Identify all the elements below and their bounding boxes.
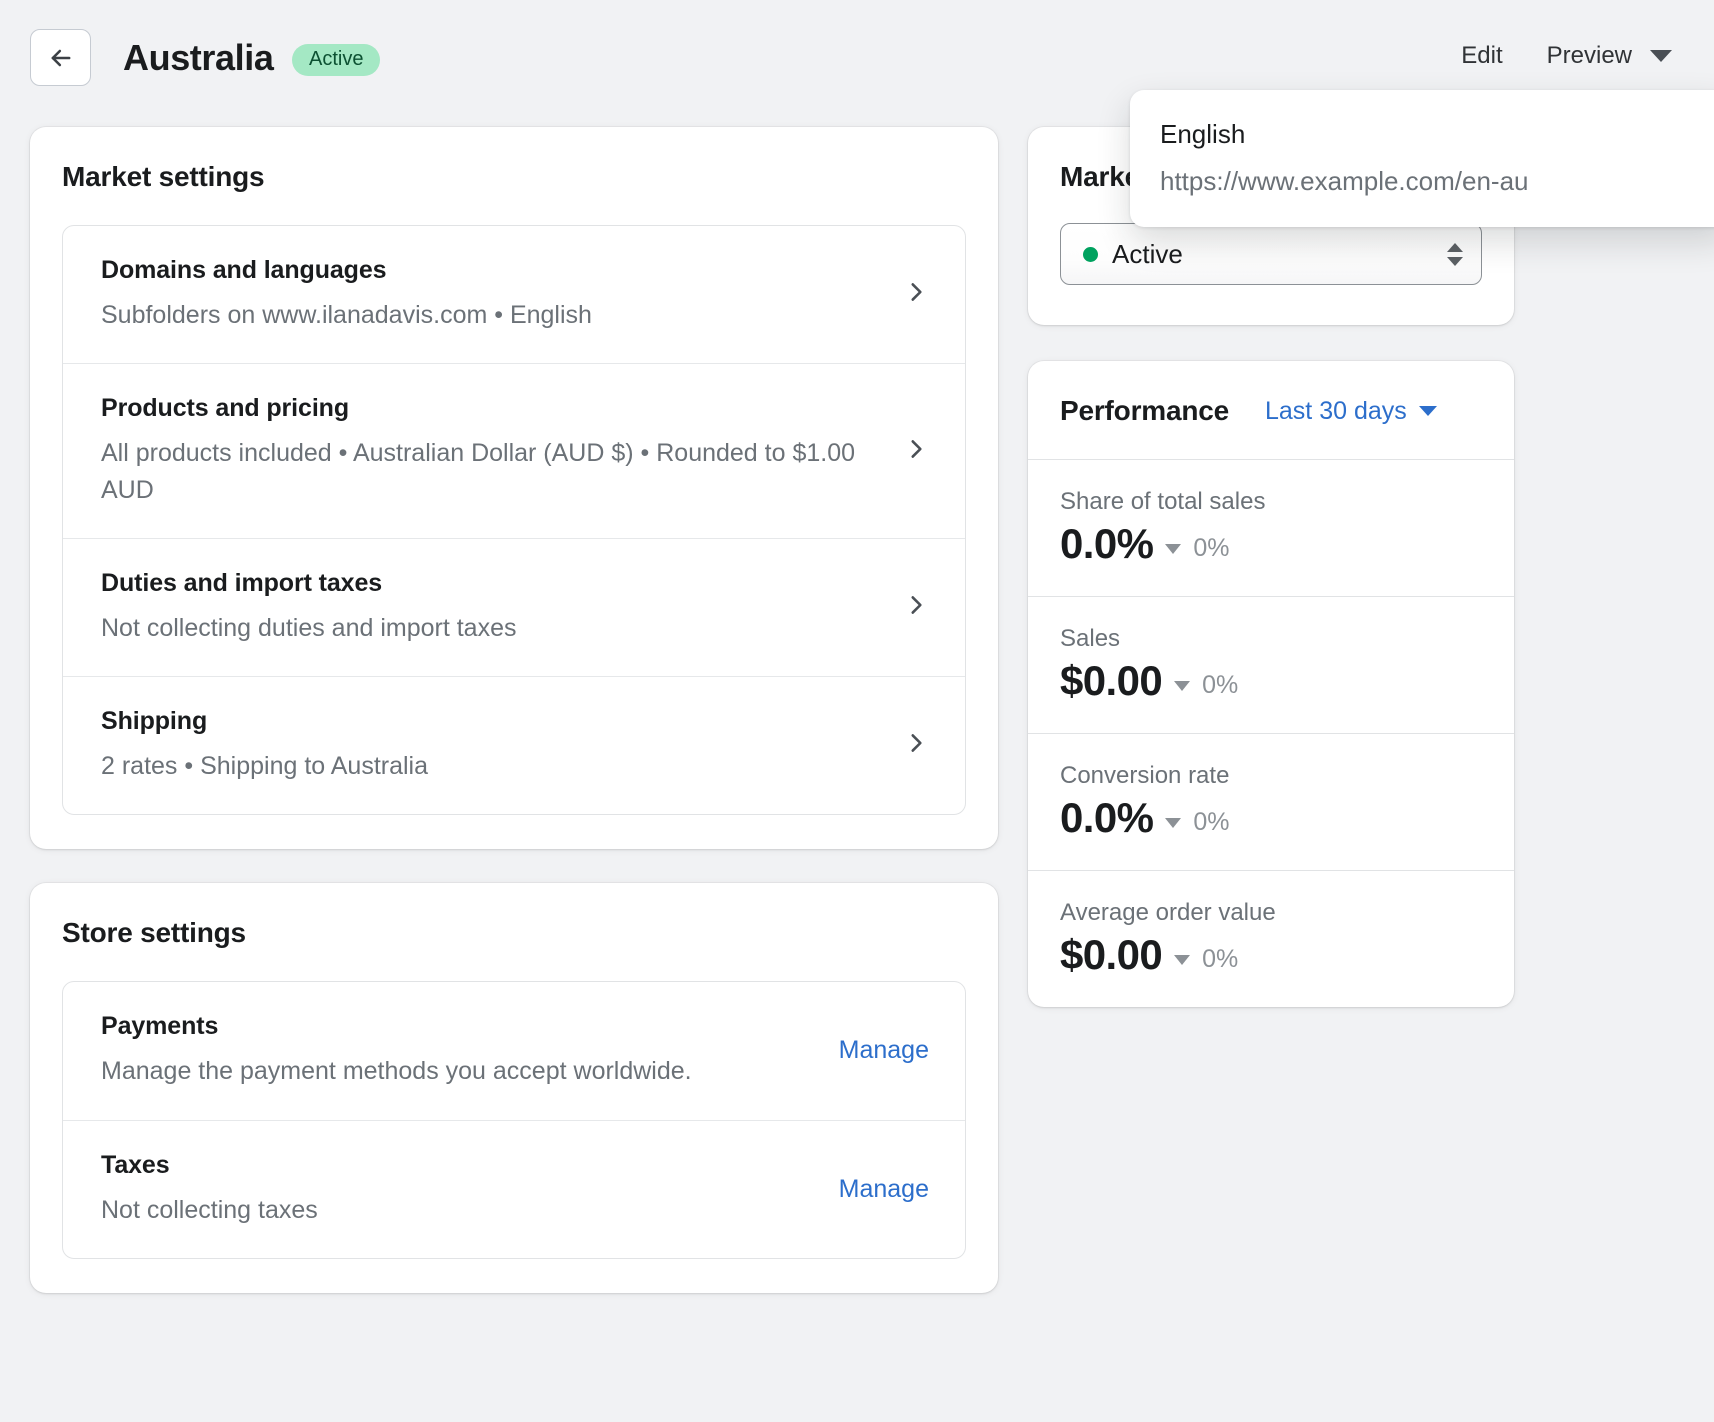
row-subtitle: Not collecting taxes bbox=[101, 1195, 318, 1224]
left-column: Market settings Domains and languages Su… bbox=[30, 127, 998, 1293]
chevron-right-icon bbox=[903, 730, 929, 761]
metric-delta: 0% bbox=[1193, 808, 1230, 837]
metric-value: $0.00 bbox=[1060, 931, 1163, 979]
store-row-taxes: Taxes Not collecting taxes Manage bbox=[63, 1121, 965, 1258]
metric-value: 0.0% bbox=[1060, 520, 1154, 567]
manage-taxes-link[interactable]: Manage bbox=[839, 1175, 929, 1204]
sparkline-chart bbox=[1264, 562, 1514, 570]
preview-label: Preview bbox=[1546, 42, 1632, 69]
metric-label: Average order value bbox=[1060, 899, 1276, 927]
row-subtitle: 2 rates • Shipping to Australia bbox=[101, 752, 429, 780]
row-title: Products and pricing bbox=[101, 394, 350, 423]
chevron-down-icon bbox=[1650, 50, 1672, 62]
store-settings-title: Store settings bbox=[62, 917, 246, 949]
metric-conversion-rate: Conversion rate 0.0% 0% bbox=[1028, 734, 1514, 872]
metric-share-of-total-sales: Share of total sales 0.0% 0% bbox=[1028, 460, 1514, 598]
performance-range-label: Last 30 days bbox=[1265, 396, 1407, 425]
row-title: Taxes bbox=[101, 1150, 170, 1179]
metric-sales: Sales $0.00 0% bbox=[1028, 597, 1514, 735]
metric-value: $0.00 bbox=[1060, 657, 1163, 705]
store-row-payments: Payments Manage the payment methods you … bbox=[63, 982, 965, 1121]
row-title: Domains and languages bbox=[101, 256, 387, 284]
select-stepper-icon bbox=[1447, 242, 1463, 266]
row-subtitle: Subfolders on www.ilanadavis.com • Engli… bbox=[101, 301, 592, 329]
arrow-left-icon bbox=[47, 44, 75, 72]
chevron-right-icon bbox=[903, 592, 929, 623]
back-button[interactable] bbox=[30, 29, 91, 86]
market-row-products-and-pricing[interactable]: Products and pricing All products includ… bbox=[63, 364, 965, 539]
metric-delta: 0% bbox=[1202, 671, 1239, 700]
metric-label: Conversion rate bbox=[1060, 762, 1230, 790]
performance-header: Performance Last 30 days bbox=[1028, 361, 1514, 460]
header-actions: Edit Preview bbox=[1461, 42, 1672, 70]
performance-title: Performance bbox=[1060, 395, 1229, 426]
caret-down-icon bbox=[1165, 544, 1182, 555]
preview-language-label: English bbox=[1160, 119, 1246, 149]
market-row-shipping[interactable]: Shipping 2 rates • Shipping to Australia bbox=[63, 677, 965, 814]
metric-delta: 0% bbox=[1193, 534, 1230, 563]
caret-down-icon bbox=[1165, 818, 1182, 829]
row-title: Payments bbox=[101, 1012, 219, 1041]
page-title: Australia bbox=[123, 37, 274, 78]
caret-down-icon bbox=[1174, 681, 1191, 692]
caret-down-icon bbox=[1174, 955, 1191, 966]
market-detail-page: Australia Active Edit Preview English ht… bbox=[0, 0, 1714, 1422]
metric-label: Sales bbox=[1060, 625, 1121, 653]
chevron-right-icon bbox=[903, 279, 929, 310]
edit-button[interactable]: Edit bbox=[1461, 42, 1502, 70]
metric-average-order-value: Average order value $0.00 0% bbox=[1028, 871, 1514, 1007]
store-settings-list: Payments Manage the payment methods you … bbox=[62, 981, 966, 1259]
preview-popover[interactable]: English https://www.example.com/en-au bbox=[1130, 90, 1714, 227]
preview-button[interactable]: Preview bbox=[1547, 42, 1672, 70]
market-row-domains-and-languages[interactable]: Domains and languages Subfolders on www.… bbox=[63, 226, 965, 365]
row-subtitle: Not collecting duties and import taxes bbox=[101, 613, 517, 642]
preview-url-label: https://www.example.com/en-au bbox=[1160, 165, 1529, 196]
chevron-down-icon bbox=[1418, 406, 1437, 416]
right-column: Market status Active Performance Last 30… bbox=[1028, 127, 1514, 1008]
store-settings-card: Store settings Payments Manage the payme… bbox=[30, 883, 998, 1293]
performance-card: Performance Last 30 days Share of total … bbox=[1028, 361, 1514, 1008]
status-dot-icon bbox=[1083, 246, 1098, 262]
metric-label: Share of total sales bbox=[1060, 488, 1266, 515]
market-status-select[interactable]: Active bbox=[1060, 223, 1482, 285]
market-status-value: Active bbox=[1112, 238, 1183, 269]
market-settings-list: Domains and languages Subfolders on www.… bbox=[62, 225, 966, 816]
row-title: Shipping bbox=[101, 707, 208, 735]
metric-value: 0.0% bbox=[1060, 794, 1154, 842]
row-subtitle: All products included • Australian Dolla… bbox=[101, 439, 856, 504]
status-badge: Active bbox=[292, 44, 381, 76]
metric-delta: 0% bbox=[1202, 945, 1239, 974]
sparkline-chart bbox=[1264, 699, 1514, 707]
market-settings-card: Market settings Domains and languages Su… bbox=[30, 127, 998, 850]
performance-range-selector[interactable]: Last 30 days bbox=[1265, 397, 1437, 426]
market-settings-title: Market settings bbox=[62, 161, 265, 192]
row-subtitle: Manage the payment methods you accept wo… bbox=[101, 1057, 692, 1086]
manage-payments-link[interactable]: Manage bbox=[839, 1036, 929, 1065]
chevron-right-icon bbox=[903, 436, 929, 467]
row-title: Duties and import taxes bbox=[101, 568, 383, 597]
market-row-duties-and-import-taxes[interactable]: Duties and import taxes Not collecting d… bbox=[63, 539, 965, 677]
